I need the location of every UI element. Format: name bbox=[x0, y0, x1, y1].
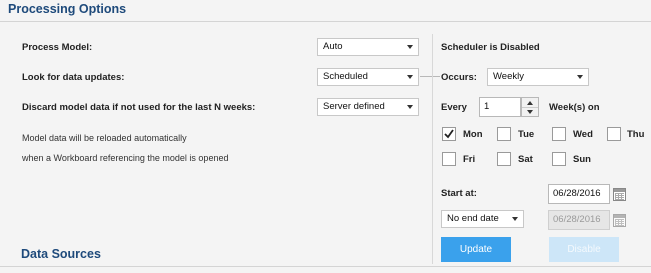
look-updates-value: Scheduled bbox=[323, 71, 368, 82]
calendar-icon bbox=[613, 214, 626, 227]
every-spinner[interactable] bbox=[521, 97, 539, 117]
occurs-label: Occurs: bbox=[441, 72, 477, 83]
occurs-select[interactable]: Weekly bbox=[487, 68, 589, 86]
start-at-label: Start at: bbox=[441, 188, 477, 199]
day-label-fri: Fri bbox=[463, 154, 476, 165]
connector-line bbox=[420, 76, 440, 77]
day-label-sun: Sun bbox=[573, 154, 591, 165]
day-label-wed: Wed bbox=[573, 129, 593, 140]
chevron-down-icon bbox=[577, 75, 583, 79]
day-checkbox-sun[interactable] bbox=[552, 152, 566, 166]
end-option-value: No end date bbox=[447, 213, 499, 224]
end-option-select[interactable]: No end date bbox=[441, 210, 524, 228]
checkmark-icon bbox=[444, 129, 454, 139]
day-label-tue: Tue bbox=[518, 129, 535, 140]
discard-select[interactable]: Server defined bbox=[317, 98, 419, 116]
process-model-label: Process Model: bbox=[22, 42, 93, 53]
day-checkbox-sat[interactable] bbox=[497, 152, 511, 166]
process-model-value: Auto bbox=[323, 41, 343, 52]
every-label: Every bbox=[441, 102, 467, 113]
look-updates-select[interactable]: Scheduled bbox=[317, 68, 419, 86]
reload-note-line1: Model data will be reloaded automaticall… bbox=[22, 133, 187, 143]
day-label-mon: Mon bbox=[463, 129, 483, 140]
every-input[interactable]: 1 bbox=[479, 97, 521, 117]
data-sources-divider bbox=[0, 266, 651, 267]
start-date-input[interactable]: 06/28/2016 bbox=[548, 184, 610, 204]
data-sources-title: Data Sources bbox=[21, 247, 101, 261]
chevron-down-icon bbox=[407, 45, 413, 49]
weeks-label: Week(s) on bbox=[549, 102, 600, 113]
spinner-up-icon[interactable] bbox=[527, 101, 533, 105]
section-title: Processing Options bbox=[8, 2, 127, 16]
day-checkbox-mon[interactable] bbox=[442, 127, 456, 141]
discard-value: Server defined bbox=[323, 101, 385, 112]
look-updates-label: Look for data updates: bbox=[22, 72, 125, 83]
process-model-select[interactable]: Auto bbox=[317, 38, 419, 56]
day-checkbox-tue[interactable] bbox=[497, 127, 511, 141]
day-checkbox-fri[interactable] bbox=[442, 152, 456, 166]
day-checkbox-wed[interactable] bbox=[552, 127, 566, 141]
occurs-value: Weekly bbox=[493, 71, 524, 82]
chevron-down-icon bbox=[407, 75, 413, 79]
disable-button: Disable bbox=[549, 237, 619, 262]
discard-label: Discard model data if not used for the l… bbox=[22, 102, 256, 113]
day-label-sat: Sat bbox=[518, 154, 533, 165]
calendar-icon[interactable] bbox=[613, 188, 626, 201]
update-button[interactable]: Update bbox=[441, 237, 511, 262]
chevron-down-icon bbox=[407, 105, 413, 109]
scheduler-status: Scheduler is Disabled bbox=[441, 42, 540, 53]
spinner-down-icon[interactable] bbox=[527, 110, 533, 114]
end-date-input: 06/28/2016 bbox=[548, 210, 610, 230]
day-checkbox-thu[interactable] bbox=[607, 127, 621, 141]
chevron-down-icon bbox=[512, 217, 518, 221]
reload-note-line2: when a Workboard referencing the model i… bbox=[22, 153, 229, 163]
day-label-thu: Thu bbox=[627, 129, 645, 140]
column-divider bbox=[432, 34, 433, 264]
